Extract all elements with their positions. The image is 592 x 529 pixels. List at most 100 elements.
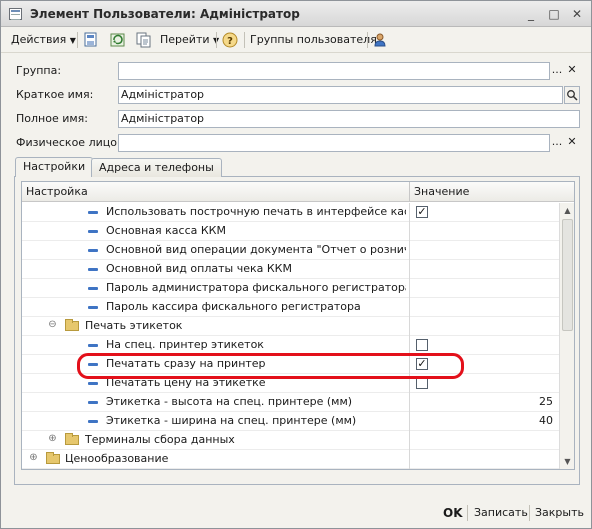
expand-icon[interactable]: ⊕ <box>29 453 38 463</box>
tree-row[interactable]: Основной вид операции документа "Отчет о… <box>22 241 559 260</box>
setting-name: Этикетка - высота на спец. принтере (мм) <box>106 395 353 408</box>
setting-value-cell[interactable] <box>409 260 559 279</box>
person-clear-icon[interactable]: ✕ <box>565 134 579 152</box>
person-field[interactable] <box>118 134 550 152</box>
title-bar[interactable]: Элемент Пользователи: Адміністратор _ □ … <box>1 1 591 27</box>
setting-name: Пароль кассира фискального регистратора <box>106 300 361 313</box>
tree-row[interactable]: Этикетка - высота на спец. принтере (мм)… <box>22 393 559 412</box>
tree-rows: Использовать построчную печать в интерфе… <box>22 203 559 469</box>
person-select-button[interactable]: ... <box>550 134 564 152</box>
tree-row[interactable]: Основной вид оплаты чека ККМ <box>22 260 559 279</box>
user-icon[interactable] <box>371 31 389 49</box>
setting-name: Основной вид операции документа "Отчет о… <box>106 243 406 256</box>
save-button[interactable]: Записать <box>474 504 528 522</box>
tree-row[interactable]: ⊕ Ценообразование <box>22 450 559 469</box>
tab-addresses-phones[interactable]: Адреса и телефоны <box>91 158 222 177</box>
tree-row[interactable]: Основная касса ККМ <box>22 222 559 241</box>
person-label: Физическое лицо: <box>16 136 121 149</box>
toolbar: Действия ▼ Перейти ▼ ? Группы пользовате… <box>1 27 591 53</box>
column-header-setting[interactable]: Настройка <box>22 182 88 202</box>
actions-menu-label: Действия <box>11 33 67 46</box>
minimize-icon[interactable]: _ <box>523 6 539 22</box>
copy-icon[interactable] <box>135 31 153 49</box>
setting-value-cell[interactable] <box>409 431 559 450</box>
user-groups-button[interactable]: Группы пользователя <box>250 31 377 49</box>
toolbar-divider <box>77 32 78 48</box>
setting-checkbox[interactable]: ✓ <box>416 206 428 218</box>
settings-tree-table[interactable]: Настройка Значение Использовать построчн… <box>21 181 575 470</box>
toolbar-divider <box>367 32 368 48</box>
group-clear-icon[interactable]: ✕ <box>565 62 579 80</box>
ok-button[interactable]: OK <box>443 504 463 522</box>
collapse-icon[interactable]: ⊖ <box>48 320 57 330</box>
vertical-scrollbar[interactable]: ▲ ▼ <box>559 203 574 469</box>
close-button[interactable]: Закрыть <box>535 504 584 522</box>
setting-value-cell[interactable] <box>409 450 559 469</box>
close-window-icon[interactable]: ✕ <box>569 6 585 22</box>
setting-value-cell[interactable]: 40 <box>409 412 559 431</box>
full-name-field[interactable]: Адміністратор <box>118 110 580 128</box>
actions-menu-button[interactable]: Действия ▼ <box>11 31 76 49</box>
table-header: Настройка Значение <box>22 182 574 202</box>
setting-name: Пароль администратора фискального регист… <box>106 281 406 294</box>
setting-name: Ценообразование <box>65 452 169 465</box>
setting-item-icon <box>88 344 98 347</box>
group-label: Группа: <box>16 64 62 77</box>
setting-value-cell[interactable] <box>409 241 559 260</box>
setting-item-icon <box>88 420 98 423</box>
tree-row[interactable]: ⊕ Терминалы сбора данных <box>22 431 559 450</box>
setting-name: Использовать построчную печать в интерфе… <box>106 205 406 218</box>
search-icon[interactable] <box>564 86 580 104</box>
button-divider <box>529 505 530 521</box>
toolbar-divider <box>244 32 245 48</box>
tree-row[interactable]: Пароль кассира фискального регистратора <box>22 298 559 317</box>
setting-item-icon <box>88 230 98 233</box>
scrollbar-thumb[interactable] <box>562 219 573 331</box>
tree-row[interactable]: Пароль администратора фискального регист… <box>22 279 559 298</box>
setting-value-cell[interactable] <box>409 279 559 298</box>
setting-value-cell[interactable]: ✓ <box>409 203 559 222</box>
scroll-down-icon[interactable]: ▼ <box>562 456 573 467</box>
scroll-up-icon[interactable]: ▲ <box>562 205 573 216</box>
setting-name: Печать этикеток <box>85 319 183 332</box>
setting-item-icon <box>88 211 98 214</box>
help-icon[interactable]: ? <box>221 31 239 49</box>
setting-value-cell[interactable] <box>409 298 559 317</box>
setting-name: Основной вид оплаты чека ККМ <box>106 262 292 275</box>
setting-checkbox[interactable] <box>416 339 428 351</box>
setting-item-icon <box>88 401 98 404</box>
tab-settings[interactable]: Настройки <box>15 157 94 177</box>
setting-value-cell[interactable] <box>409 317 559 336</box>
folder-icon <box>46 452 60 464</box>
short-name-field[interactable]: Адміністратор <box>118 86 563 104</box>
column-header-value[interactable]: Значение <box>410 182 469 202</box>
save-and-close-icon[interactable] <box>82 31 100 49</box>
tree-row[interactable]: ⊖ Печать этикеток <box>22 317 559 336</box>
group-field[interactable] <box>118 62 550 80</box>
setting-name: На спец. принтер этикеток <box>106 338 264 351</box>
setting-name: Этикетка - ширина на спец. принтере (мм) <box>106 414 357 427</box>
setting-value-cell[interactable] <box>409 222 559 241</box>
maximize-icon[interactable]: □ <box>546 6 562 22</box>
folder-icon <box>65 319 79 331</box>
setting-item-icon <box>88 268 98 271</box>
tree-row[interactable]: Использовать построчную печать в интерфе… <box>22 203 559 222</box>
window-title: Элемент Пользователи: Адміністратор <box>30 7 300 21</box>
folder-icon <box>65 433 79 445</box>
chevron-down-icon: ▼ <box>69 36 76 45</box>
setting-name: Основная касса ККМ <box>106 224 226 237</box>
setting-number-value: 25 <box>539 395 553 408</box>
full-name-label: Полное имя: <box>16 112 88 125</box>
expand-icon[interactable]: ⊕ <box>48 434 57 444</box>
red-highlight-oval <box>77 353 464 379</box>
refresh-icon[interactable] <box>109 31 127 49</box>
user-element-window: Элемент Пользователи: Адміністратор _ □ … <box>0 0 592 529</box>
setting-item-icon <box>88 306 98 309</box>
group-select-button[interactable]: ... <box>550 62 564 80</box>
setting-item-icon <box>88 249 98 252</box>
go-menu-button[interactable]: Перейти ▼ <box>160 31 219 49</box>
setting-value-cell[interactable]: 25 <box>409 393 559 412</box>
go-menu-label: Перейти <box>160 33 210 46</box>
setting-number-value: 40 <box>539 414 553 427</box>
tree-row[interactable]: Этикетка - ширина на спец. принтере (мм)… <box>22 412 559 431</box>
